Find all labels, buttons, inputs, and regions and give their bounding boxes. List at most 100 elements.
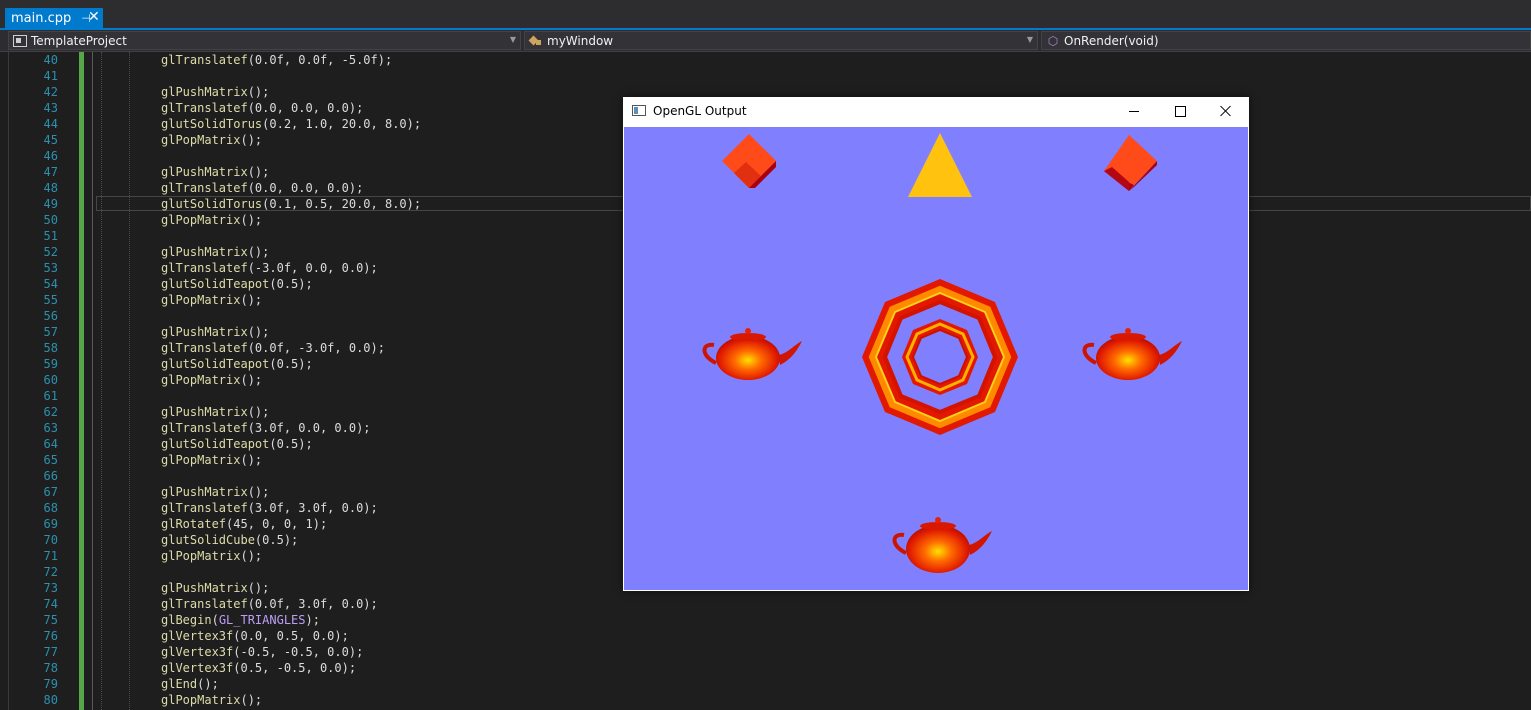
window-title-bar[interactable]: OpenGL Output — [623, 97, 1249, 127]
line-number: 77 — [43, 645, 58, 659]
code-text: glutSolidCube(0.5); — [161, 533, 299, 547]
code-text: glTranslatef(0.0, 0.0, 0.0); — [161, 101, 364, 115]
line-number: 79 — [43, 677, 58, 691]
opengl-render-canvas[interactable] — [624, 127, 1248, 590]
code-text: glPushMatrix(); — [161, 405, 270, 419]
project-icon — [13, 34, 27, 47]
minimize-button[interactable] — [1111, 97, 1157, 127]
line-number: 65 — [43, 453, 58, 467]
line-number: 46 — [43, 149, 58, 163]
line-number: 42 — [43, 85, 58, 99]
tab-main-cpp[interactable]: main.cpp ⊣ ✕ — [5, 8, 103, 29]
code-text: glBegin(GL_TRIANGLES); — [161, 613, 320, 627]
code-line[interactable]: 76 glVertex3f(0.0, 0.5, 0.0); — [0, 628, 1531, 644]
chevron-down-icon: ▼ — [1026, 35, 1033, 44]
code-text: glPopMatrix(); — [161, 133, 263, 147]
code-text: glPushMatrix(); — [161, 325, 270, 339]
code-text: glTranslatef(0.0f, 3.0f, 0.0); — [161, 597, 378, 611]
triangle-top — [908, 133, 972, 197]
line-number: 59 — [43, 357, 58, 371]
teapot-left — [702, 328, 802, 380]
line-number: 74 — [43, 597, 58, 611]
line-number: 78 — [43, 661, 58, 675]
line-number: 76 — [43, 629, 58, 643]
close-tab-icon[interactable]: ✕ — [88, 9, 100, 25]
chevron-down-icon: ▼ — [509, 35, 516, 44]
line-number: 49 — [43, 197, 58, 211]
line-number: 64 — [43, 437, 58, 451]
code-text: glTranslatef(0.0f, -3.0f, 0.0); — [161, 341, 385, 355]
code-text: glPopMatrix(); — [161, 373, 263, 387]
code-text: glPopMatrix(); — [161, 293, 263, 307]
maximize-button[interactable] — [1157, 97, 1203, 127]
line-number: 66 — [43, 469, 58, 483]
code-line[interactable]: 75 glBegin(GL_TRIANGLES); — [0, 612, 1531, 628]
cube-top-left — [722, 134, 776, 188]
code-line[interactable]: 74 glTranslatef(0.0f, 3.0f, 0.0); — [0, 596, 1531, 612]
class-icon — [529, 35, 543, 47]
cube-top-right — [1104, 135, 1157, 191]
code-text: glutSolidTeapot(0.5); — [161, 437, 313, 451]
line-number: 62 — [43, 405, 58, 419]
member-dropdown[interactable]: ⬡ OnRender(void) — [1041, 31, 1531, 50]
line-number: 57 — [43, 325, 58, 339]
code-text: glPushMatrix(); — [161, 485, 270, 499]
line-number: 63 — [43, 421, 58, 435]
code-line[interactable]: 79 glEnd(); — [0, 676, 1531, 692]
code-line[interactable]: 80 glPopMatrix(); — [0, 692, 1531, 708]
line-number: 67 — [43, 485, 58, 499]
code-text: glVertex3f(0.5, -0.5, 0.0); — [161, 661, 357, 675]
line-number: 55 — [43, 293, 58, 307]
code-line[interactable]: 41 — [0, 68, 1531, 84]
code-text: glVertex3f(-0.5, -0.5, 0.0); — [161, 645, 364, 659]
project-dropdown[interactable]: TemplateProject ▼ — [8, 31, 521, 50]
code-text: glPushMatrix(); — [161, 581, 270, 595]
line-number: 73 — [43, 581, 58, 595]
project-label: TemplateProject — [31, 33, 127, 48]
code-text: glPushMatrix(); — [161, 85, 270, 99]
app-window-icon — [632, 105, 646, 116]
line-number: 51 — [43, 229, 58, 243]
line-number: 48 — [43, 181, 58, 195]
code-text: glPopMatrix(); — [161, 693, 263, 707]
code-text: glPopMatrix(); — [161, 549, 263, 563]
torus-inner — [902, 319, 978, 395]
code-text: glTranslatef(0.0f, 0.0f, -5.0f); — [161, 53, 393, 67]
line-number: 60 — [43, 373, 58, 387]
code-text: glutSolidTorus(0.2, 1.0, 20.0, 8.0); — [161, 117, 422, 131]
line-number: 53 — [43, 261, 58, 275]
teapot-right — [1082, 328, 1182, 380]
line-number: 56 — [43, 309, 58, 323]
code-text: glTranslatef(0.0, 0.0, 0.0); — [161, 181, 364, 195]
line-number: 61 — [43, 389, 58, 403]
line-number: 71 — [43, 549, 58, 563]
line-number: 54 — [43, 277, 58, 291]
member-label: OnRender(void) — [1064, 33, 1159, 48]
navigation-bar: TemplateProject ▼ myWindow ▼ ⬡ OnRender(… — [0, 30, 1531, 52]
teapot-bottom — [892, 517, 992, 573]
method-icon: ⬡ — [1047, 33, 1059, 48]
opengl-output-window[interactable]: OpenGL Output — [623, 97, 1249, 591]
code-text: glPushMatrix(); — [161, 245, 270, 259]
window-title: OpenGL Output — [653, 104, 747, 118]
line-number: 50 — [43, 213, 58, 227]
line-number: 43 — [43, 101, 58, 115]
code-text: glRotatef(45, 0, 0, 1); — [161, 517, 328, 531]
code-text: glPopMatrix(); — [161, 213, 263, 227]
line-number: 44 — [43, 117, 58, 131]
code-line[interactable]: 40 glTranslatef(0.0f, 0.0f, -5.0f); — [0, 52, 1531, 68]
code-text: glTranslatef(3.0f, 3.0f, 0.0); — [161, 501, 378, 515]
code-text: glPopMatrix(); — [161, 453, 263, 467]
line-number: 75 — [43, 613, 58, 627]
line-number: 68 — [43, 501, 58, 515]
line-number: 47 — [43, 165, 58, 179]
code-line[interactable]: 77 glVertex3f(-0.5, -0.5, 0.0); — [0, 644, 1531, 660]
rendered-scene — [702, 133, 1182, 573]
code-line[interactable]: 78 glVertex3f(0.5, -0.5, 0.0); — [0, 660, 1531, 676]
scope-dropdown[interactable]: myWindow ▼ — [524, 31, 1038, 50]
line-number: 80 — [43, 693, 58, 707]
code-text: glEnd(); — [161, 677, 219, 691]
line-number: 41 — [43, 69, 58, 83]
close-window-button[interactable] — [1203, 97, 1249, 127]
code-text: glutSolidTeapot(0.5); — [161, 277, 313, 291]
